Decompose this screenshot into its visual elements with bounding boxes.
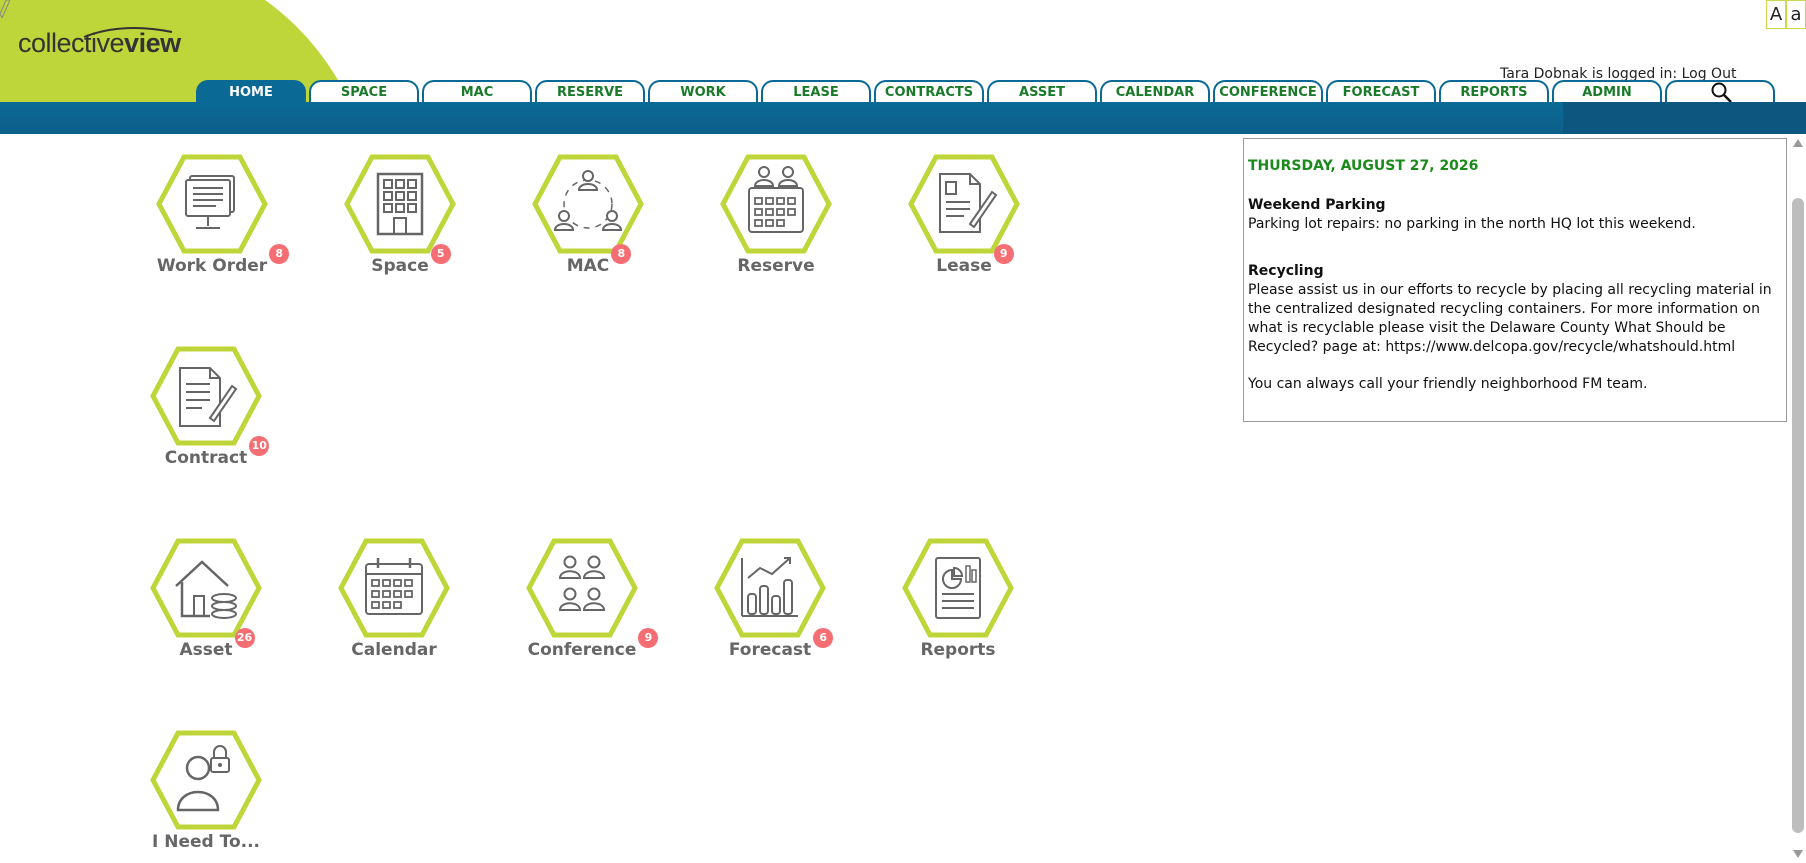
user-lock-icon — [150, 730, 262, 830]
tile-label-text: Work Order — [156, 256, 268, 276]
tab-calendar[interactable]: CALENDAR — [1100, 80, 1210, 102]
tile-label: Lease 9 — [936, 244, 1014, 276]
tile-lease[interactable]: Lease 9 — [884, 154, 1044, 276]
header: collectiveview A a Tara Dobnak is logged… — [0, 0, 1806, 134]
announcement-footer: You can always call your friendly neighb… — [1248, 376, 1648, 392]
count-badge: 9 — [638, 628, 659, 648]
font-larger-button[interactable]: a — [1786, 0, 1806, 29]
search-icon — [1711, 82, 1732, 103]
count-badge: 8 — [611, 244, 632, 264]
tab-reserve[interactable]: RESERVE — [535, 80, 645, 102]
count-badge: 26 — [234, 628, 255, 648]
tile-forecast[interactable]: Forecast 6 — [690, 538, 850, 660]
tab-contracts[interactable]: CONTRACTS — [874, 80, 984, 102]
tile-label: Reports — [920, 640, 995, 660]
tab-lease[interactable]: LEASE — [761, 80, 871, 102]
tile-label: Space 5 — [371, 244, 451, 276]
resize-handle-icon[interactable] — [0, 0, 10, 18]
count-badge: 5 — [430, 244, 451, 264]
tile-label-text: Forecast — [728, 640, 812, 660]
module-tiles: Work Order 8 Space 5 MAC 8 Reserve Lease… — [130, 150, 1230, 860]
tile-label: Asset 26 — [179, 628, 255, 660]
tile-reports[interactable]: Reports — [878, 538, 1038, 660]
tile-label-text: Calendar — [351, 640, 437, 660]
tile-contract[interactable]: Contract 10 — [126, 346, 286, 468]
announcement-date: THURSDAY, AUGUST 27, 2026 — [1248, 158, 1479, 174]
tab-search[interactable] — [1665, 80, 1775, 103]
announcement-title: Recycling — [1248, 263, 1324, 279]
main-nav-tabs: HOME SPACE MAC RESERVE WORK LEASE CONTRA… — [196, 80, 1775, 103]
conference-people-icon — [526, 538, 638, 638]
tile-label-text: Lease — [936, 256, 992, 276]
tile-label-text: Reports — [920, 640, 996, 660]
tile-label: Contract 10 — [164, 436, 270, 468]
tile-label: Calendar — [351, 640, 436, 660]
announcement-item: Weekend Parking Parking lot repairs: no … — [1248, 196, 1781, 234]
tab-conference[interactable]: CONFERENCE — [1213, 80, 1323, 102]
tile-label: Work Order 8 — [156, 244, 290, 276]
tile-label-text: Contract — [164, 448, 248, 468]
calendar-icon — [338, 538, 450, 638]
tile-label: Conference 9 — [527, 628, 659, 660]
tab-forecast[interactable]: FORECAST — [1326, 80, 1436, 102]
tile-mac[interactable]: MAC 8 — [508, 154, 668, 276]
tile-label: Reserve — [737, 256, 814, 276]
tile-label-text: MAC — [566, 256, 610, 276]
tab-asset[interactable]: ASSET — [987, 80, 1097, 102]
scroll-up-arrow-icon[interactable] — [1793, 139, 1803, 147]
announcement-body: Please assist us in our efforts to recyc… — [1248, 282, 1772, 355]
nav-blue-bar-stripe — [1563, 102, 1806, 134]
people-circle-icon — [532, 154, 644, 254]
announcements-panel: THURSDAY, AUGUST 27, 2026 Weekend Parkin… — [1243, 138, 1787, 422]
tile-label: Forecast 6 — [728, 628, 834, 660]
tile-asset[interactable]: Asset 26 — [126, 538, 286, 660]
tile-space[interactable]: Space 5 — [320, 154, 480, 276]
count-badge: 9 — [993, 244, 1014, 264]
reports-icon — [902, 538, 1014, 638]
tile-label-text: Reserve — [737, 256, 815, 276]
tile-work-order[interactable]: Work Order 8 — [132, 154, 292, 276]
tile-label-text: Asset — [179, 640, 233, 660]
work-order-icon — [156, 154, 268, 254]
tile-conference[interactable]: Conference 9 — [502, 538, 662, 660]
tile-reserve[interactable]: Reserve — [696, 154, 856, 276]
tab-work[interactable]: WORK — [648, 80, 758, 102]
tile-calendar[interactable]: Calendar — [314, 538, 474, 660]
tab-reports[interactable]: REPORTS — [1439, 80, 1549, 102]
announcement-title: Weekend Parking — [1248, 197, 1386, 213]
building-icon — [344, 154, 456, 254]
tab-home[interactable]: HOME — [196, 80, 306, 102]
count-badge: 6 — [813, 628, 834, 648]
page-scrollbar[interactable] — [1790, 134, 1806, 863]
font-smaller-button[interactable]: A — [1766, 0, 1786, 29]
tab-admin[interactable]: ADMIN — [1552, 80, 1662, 102]
logo-swoosh-icon — [83, 27, 173, 38]
count-badge: 10 — [249, 436, 270, 456]
lease-document-icon — [908, 154, 1020, 254]
count-badge: 8 — [269, 244, 290, 264]
tile-i-need-to[interactable]: I Need To... — [126, 730, 286, 852]
tile-label-text: Space — [371, 256, 429, 276]
tab-space[interactable]: SPACE — [309, 80, 419, 102]
scroll-down-arrow-icon[interactable] — [1793, 850, 1803, 858]
nav-blue-bar — [0, 102, 1806, 134]
font-size-controls: A a — [1766, 0, 1806, 29]
tile-label-text: Conference — [527, 640, 637, 660]
tile-label-text: I Need To... — [151, 832, 260, 852]
tab-mac[interactable]: MAC — [422, 80, 532, 102]
forecast-chart-icon — [714, 538, 826, 638]
reserve-calendar-icon — [720, 154, 832, 254]
tile-label: MAC 8 — [566, 244, 632, 276]
tile-label: I Need To... — [152, 832, 260, 852]
announcement-body: Parking lot repairs: no parking in the n… — [1248, 216, 1696, 232]
announcement-item: Recycling Please assist us in our effort… — [1248, 262, 1781, 357]
contract-document-icon — [150, 346, 262, 446]
scroll-thumb[interactable] — [1792, 198, 1804, 833]
asset-house-icon — [150, 538, 262, 638]
